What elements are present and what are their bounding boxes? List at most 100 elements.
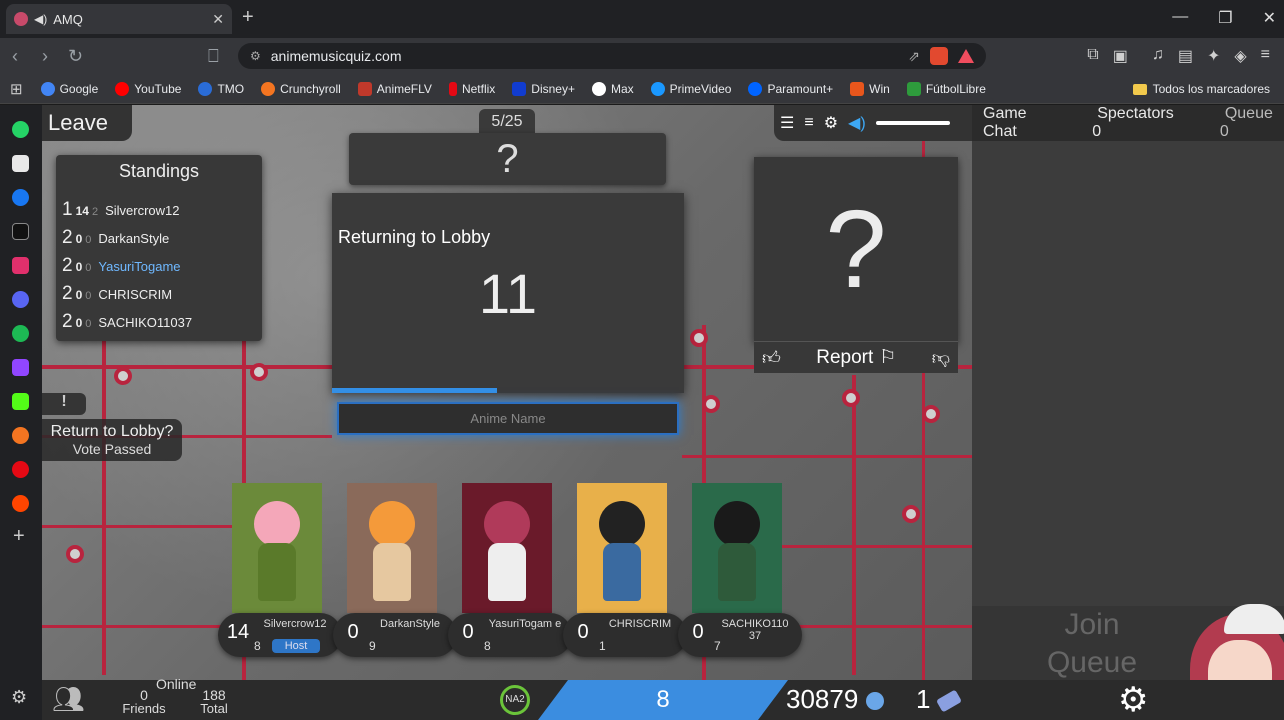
bookmark-win[interactable]: Win — [850, 81, 890, 96]
bookmark-max[interactable]: Max — [591, 81, 634, 96]
anime-name-input[interactable]: Anime Name — [337, 402, 679, 435]
standings-row: 2 0 0 YasuriTogame — [62, 255, 181, 276]
circuit-trace — [782, 545, 972, 548]
tab-spectators[interactable]: Spectators 0 — [1086, 105, 1182, 141]
player-name[interactable]: DarkanStyle — [371, 618, 449, 630]
vpn-icon[interactable]: ◈ — [1234, 46, 1246, 66]
whatsapp-icon[interactable] — [12, 121, 29, 138]
reload-icon[interactable]: ↻ — [68, 46, 83, 67]
bookmark-animeflv[interactable]: AnimeFLV — [357, 81, 432, 96]
region-badge[interactable]: NA2 — [500, 685, 530, 715]
futbollibre-icon — [906, 81, 921, 96]
report-button[interactable]: Report ⚐ — [816, 346, 896, 369]
bookmarks-bar: ⊞ Google YouTube TMO Crunchyroll AnimeFL… — [0, 74, 1284, 104]
bookmark-youtube[interactable]: YouTube — [115, 81, 181, 96]
close-window-icon[interactable]: ✕ — [1263, 8, 1276, 28]
bookmark-disney[interactable]: Disney+ — [512, 81, 575, 96]
friends-icon[interactable]: 👥︎ — [52, 684, 85, 715]
minimize-icon[interactable]: — — [1172, 8, 1188, 28]
max-icon — [591, 81, 606, 96]
volume-icon[interactable]: ◀) — [848, 113, 866, 133]
bookmark-paramount[interactable]: Paramount+ — [748, 81, 833, 96]
restore-icon[interactable]: ❐ — [1218, 8, 1232, 28]
folder-icon — [1132, 83, 1147, 95]
menu-icon[interactable]: ≡ — [804, 114, 813, 132]
player-plate: 0 YasuriTogam e 8 — [448, 613, 572, 657]
record-icon[interactable] — [12, 461, 29, 478]
bookmark-primevideo[interactable]: PrimeVideo — [650, 81, 731, 96]
bookmark-futbollibre[interactable]: FútbolLibre — [906, 81, 986, 96]
brave-rewards-icon[interactable] — [958, 49, 974, 63]
volume-slider[interactable] — [875, 121, 950, 125]
tab-queue[interactable]: Queue 0 — [1214, 105, 1284, 141]
back-icon[interactable]: ‹ — [12, 46, 18, 67]
forward-icon[interactable]: › — [42, 46, 48, 67]
extensions-icon[interactable]: ⧉ — [1087, 46, 1098, 66]
menu-icon[interactable]: ≡ — [1261, 46, 1270, 66]
bookmark-google[interactable]: Google — [40, 81, 98, 96]
address-bar[interactable]: ⚙ animemusicquiz.com ⇗ — [238, 43, 986, 69]
thumbs-down-icon[interactable]: 👎︎ — [932, 347, 950, 369]
bookmark-crunchyroll[interactable]: Crunchyroll — [261, 81, 341, 96]
tab-search-icon[interactable]: ▣ — [1113, 46, 1128, 66]
speaker-icon[interactable]: ◀) — [34, 12, 47, 26]
brave-shields-icon[interactable] — [930, 47, 948, 65]
circuit-trace — [42, 525, 262, 528]
new-tab-button[interactable]: + — [242, 6, 254, 29]
circuit-trace — [682, 455, 972, 458]
player-avatar[interactable] — [462, 483, 552, 613]
join-queue-button[interactable]: Join Queue — [1040, 606, 1144, 682]
apps-grid-icon[interactable]: ⊞ — [10, 80, 23, 98]
circuit-trace — [852, 375, 856, 675]
twitch-icon[interactable] — [12, 359, 29, 376]
standings-title: Standings — [118, 161, 200, 181]
thumbs-up-icon[interactable]: 👍︎ — [762, 347, 781, 369]
tickets-stat[interactable]: 1 — [916, 684, 962, 715]
all-bookmarks[interactable]: Todos los marcadores — [1132, 82, 1270, 96]
note-icon — [865, 692, 884, 711]
facebook-icon[interactable] — [12, 189, 29, 206]
tab-game-chat[interactable]: Game Chat — [983, 105, 1056, 141]
player-avatar[interactable] — [692, 483, 782, 613]
bookmark-netflix[interactable]: Netflix — [448, 81, 495, 96]
wallet-icon[interactable]: ▤ — [1178, 46, 1193, 66]
standings-row: 2 0 0 SACHIKO11037 — [62, 311, 193, 332]
player-avatar[interactable] — [577, 483, 667, 613]
media-icon[interactable]: ♫ — [1152, 46, 1164, 66]
share-icon[interactable]: ⇗ — [908, 48, 920, 65]
settings-icon[interactable]: ⚙ — [824, 113, 838, 133]
friends-stat[interactable]: 0 Friends — [118, 688, 170, 716]
instagram-icon[interactable] — [12, 257, 29, 274]
footer-settings-icon[interactable]: ⚙ — [1118, 680, 1148, 720]
player-name[interactable]: SACHIKO110 37 — [716, 618, 794, 642]
kick-icon[interactable] — [12, 393, 29, 410]
crunchyroll-icon[interactable] — [12, 427, 29, 444]
x-icon[interactable] — [12, 155, 29, 172]
chat-tabs: Game Chat Spectators 0 Queue 0 — [972, 105, 1284, 141]
tiktok-icon[interactable] — [12, 223, 29, 240]
player-name[interactable]: YasuriTogam e — [486, 618, 564, 630]
close-tab-icon[interactable]: ✕ — [212, 11, 224, 28]
player-avatar[interactable] — [232, 483, 322, 613]
discord-icon[interactable] — [12, 291, 29, 308]
tmo-icon — [198, 81, 213, 96]
sidebar-settings-icon[interactable]: ⚙ — [11, 687, 27, 708]
circuit-node — [690, 329, 708, 347]
leo-icon[interactable]: ✦ — [1207, 46, 1220, 66]
player-points: 0 — [577, 621, 589, 643]
player-avatar[interactable] — [347, 483, 437, 613]
player-name[interactable]: Silvercrow12 — [256, 618, 334, 630]
list-view-icon[interactable]: ☰ — [780, 113, 794, 133]
bookmark-page-icon[interactable]: ⎕ — [208, 46, 219, 67]
player-name[interactable]: CHRISCRIM — [601, 618, 679, 630]
add-app-icon[interactable]: + — [13, 525, 30, 547]
browser-tab[interactable]: ◀) AMQ ✕ — [6, 4, 232, 34]
win-icon — [850, 81, 865, 96]
bookmark-tmo[interactable]: TMO — [198, 81, 244, 96]
spotify-icon[interactable] — [12, 325, 29, 342]
site-info-icon[interactable]: ⚙ — [250, 49, 261, 63]
leave-button[interactable]: Leave — [42, 105, 132, 141]
reddit-icon[interactable] — [12, 495, 29, 512]
player-level: 8 — [254, 639, 261, 653]
level-bar: 8 — [538, 680, 788, 720]
